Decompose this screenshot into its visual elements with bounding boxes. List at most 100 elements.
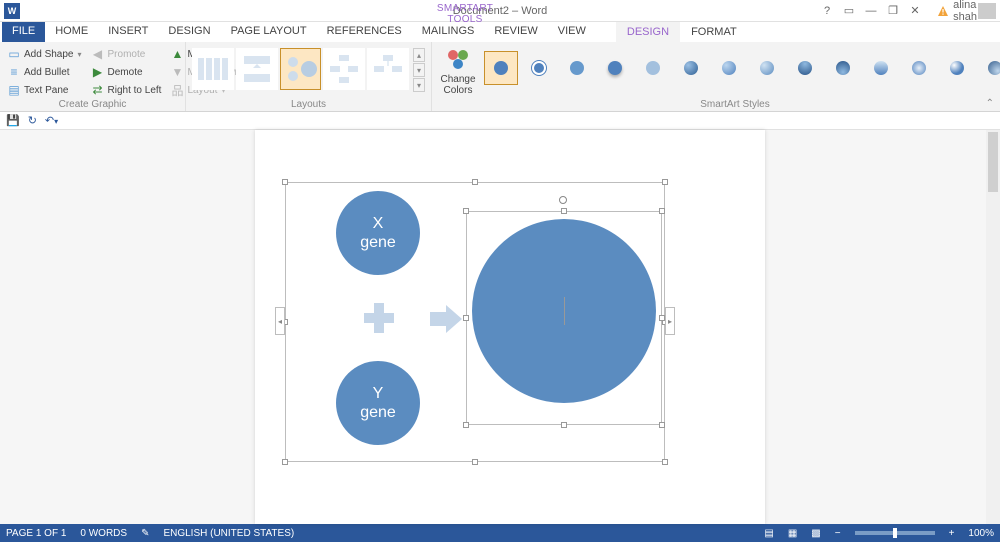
group-label-styles: SmartArt Styles [438,99,1000,111]
resize-handle[interactable] [463,315,469,321]
text-pane-toggle-left[interactable]: ◂ [275,307,285,335]
help-icon[interactable]: ? [818,3,836,19]
text-pane-toggle-right[interactable]: ▸ [665,307,675,335]
style-option-3[interactable] [560,51,594,85]
resize-handle[interactable] [561,422,567,428]
demote-icon: ▶ [92,66,104,78]
page[interactable]: ◂ ▸ X gene Y gene [255,130,765,524]
demote-button[interactable]: ▶Demote [90,64,164,80]
tab-view[interactable]: VIEW [548,22,596,42]
text-pane-button[interactable]: ▤Text Pane [6,82,84,98]
add-bullet-icon: ≡ [8,66,20,78]
resize-handle[interactable] [472,459,478,465]
page-indicator[interactable]: PAGE 1 OF 1 [6,528,66,539]
group-create-graphic: ▭Add Shape▾ ≡Add Bullet ▤Text Pane ◀Prom… [0,42,186,111]
resize-handle[interactable] [463,422,469,428]
tab-file[interactable]: FILE [2,22,45,42]
zoom-in-icon[interactable]: + [949,528,955,539]
zoom-out-icon[interactable]: − [835,528,841,539]
resize-handle[interactable] [282,459,288,465]
collapse-ribbon-icon[interactable]: ⌃ [986,98,994,109]
style-option-5[interactable] [636,51,670,85]
ribbon-tabs: FILE HOME INSERT DESIGN PAGE LAYOUT REFE… [0,22,1000,42]
zoom-slider-knob[interactable] [893,528,897,538]
style-option-14[interactable] [978,51,1000,85]
user-avatar-icon [978,3,996,19]
layout-option-5[interactable] [367,48,409,90]
user-account[interactable]: alina shah [934,3,996,19]
ribbon-display-options-icon[interactable]: ▭ [840,3,858,19]
tab-page-layout[interactable]: PAGE LAYOUT [221,22,317,42]
resize-handle[interactable] [659,315,665,321]
style-option-7[interactable] [712,51,746,85]
word-count[interactable]: 0 WORDS [80,528,127,539]
tab-design[interactable]: DESIGN [158,22,220,42]
resize-handle[interactable] [472,179,478,185]
style-option-12[interactable] [902,51,936,85]
alert-icon [934,3,952,19]
group-label-layouts: Layouts [192,99,425,111]
minimize-icon[interactable]: — [862,3,880,19]
resize-handle[interactable] [463,208,469,214]
add-bullet-button[interactable]: ≡Add Bullet [6,64,84,80]
zoom-slider[interactable] [855,531,935,535]
style-option-6[interactable] [674,51,708,85]
resize-handle[interactable] [662,459,668,465]
scrollbar-thumb[interactable] [988,132,998,192]
spellcheck-icon[interactable]: ✎ [141,528,149,539]
tab-smartart-design[interactable]: DESIGN [616,22,680,42]
style-option-8[interactable] [750,51,784,85]
view-web-layout-icon[interactable]: ▩ [811,528,820,539]
layouts-scroll-down[interactable]: ▾ [413,63,425,77]
quick-access-toolbar: 💾 ↻ ↶▾ [0,112,1000,130]
repeat-icon[interactable]: ↻ [28,114,37,127]
add-shape-icon: ▭ [8,48,20,60]
view-read-mode-icon[interactable]: ▤ [764,528,773,539]
smartart-node-y-gene[interactable]: Y gene [336,361,420,445]
style-option-9[interactable] [788,51,822,85]
resize-handle[interactable] [662,179,668,185]
restore-icon[interactable]: ❐ [884,3,902,19]
tab-review[interactable]: REVIEW [484,22,547,42]
style-option-1[interactable] [484,51,518,85]
layout-option-1[interactable] [192,48,234,90]
right-to-left-button[interactable]: ⇄Right to Left [90,82,164,98]
layout-option-equation[interactable] [280,48,322,90]
style-option-10[interactable] [826,51,860,85]
resize-handle[interactable] [561,208,567,214]
resize-handle[interactable] [659,422,665,428]
layout-option-2[interactable] [236,48,278,90]
tab-insert[interactable]: INSERT [98,22,158,42]
style-option-4[interactable] [598,51,632,85]
layouts-scroll-up[interactable]: ▴ [413,48,425,62]
change-colors-icon [445,46,471,72]
smartart-node-x-gene[interactable]: X gene [336,191,420,275]
resize-handle[interactable] [659,208,665,214]
layouts-more[interactable]: ▾ [413,78,425,92]
style-option-2[interactable] [522,51,556,85]
smartart-container[interactable]: ◂ ▸ X gene Y gene [285,182,665,462]
view-print-layout-icon[interactable]: ▦ [788,528,797,539]
layout-option-4[interactable] [323,48,365,90]
tab-home[interactable]: HOME [45,22,98,42]
rotate-handle[interactable] [559,196,567,204]
language-indicator[interactable]: ENGLISH (UNITED STATES) [163,528,294,539]
tab-references[interactable]: REFERENCES [317,22,412,42]
close-icon[interactable]: ✕ [906,3,924,19]
style-option-13[interactable] [940,51,974,85]
plus-connector-icon[interactable] [364,303,394,333]
vertical-scrollbar[interactable] [986,130,1000,524]
save-icon[interactable]: 💾 [6,114,20,127]
tab-mailings[interactable]: MAILINGS [412,22,485,42]
zoom-level[interactable]: 100% [968,528,994,539]
change-colors-button[interactable]: Change Colors [438,44,478,98]
arrow-connector-icon[interactable] [428,301,464,342]
resize-handle[interactable] [282,179,288,185]
promote-button[interactable]: ◀Promote [90,46,164,62]
move-up-icon: ▲ [171,48,183,60]
add-shape-button[interactable]: ▭Add Shape▾ [6,46,84,62]
tab-smartart-format[interactable]: FORMAT [680,22,748,42]
style-option-11[interactable] [864,51,898,85]
smartart-node-result[interactable] [472,219,656,403]
undo-icon[interactable]: ↶▾ [45,114,58,127]
